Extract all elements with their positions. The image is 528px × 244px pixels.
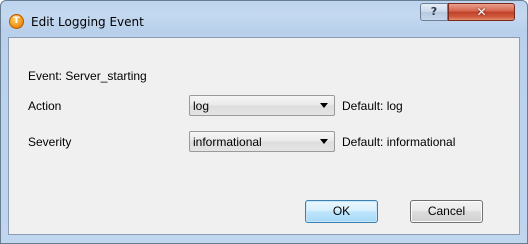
severity-default-text: Default: informational <box>342 135 456 149</box>
window-title: Edit Logging Event <box>31 15 144 29</box>
action-default-text: Default: log <box>342 99 403 113</box>
chevron-down-icon <box>320 103 328 108</box>
chevron-down-icon <box>320 139 328 144</box>
app-logo-icon: T <box>9 14 24 29</box>
action-label: Action <box>28 99 62 113</box>
app-logo-letter: T <box>13 16 20 26</box>
ok-button[interactable]: OK <box>305 200 378 223</box>
severity-select[interactable]: informational <box>189 131 335 152</box>
title-bar[interactable]: T Edit Logging Event ? ✕ <box>1 1 527 37</box>
help-icon: ? <box>430 5 438 18</box>
dialog-window: T Edit Logging Event ? ✕ Event: Server_s… <box>0 0 528 244</box>
action-select-value: log <box>193 99 210 113</box>
action-select[interactable]: log <box>189 95 335 116</box>
close-button[interactable]: ✕ <box>448 3 515 21</box>
severity-select-value: informational <box>193 135 262 149</box>
help-button[interactable]: ? <box>420 3 448 21</box>
cancel-button[interactable]: Cancel <box>410 200 483 223</box>
severity-label: Severity <box>28 135 72 149</box>
dialog-body: Event: Server_starting Action log Defaul… <box>8 37 520 235</box>
event-label: Event: Server_starting <box>28 69 147 83</box>
close-icon: ✕ <box>476 5 487 19</box>
